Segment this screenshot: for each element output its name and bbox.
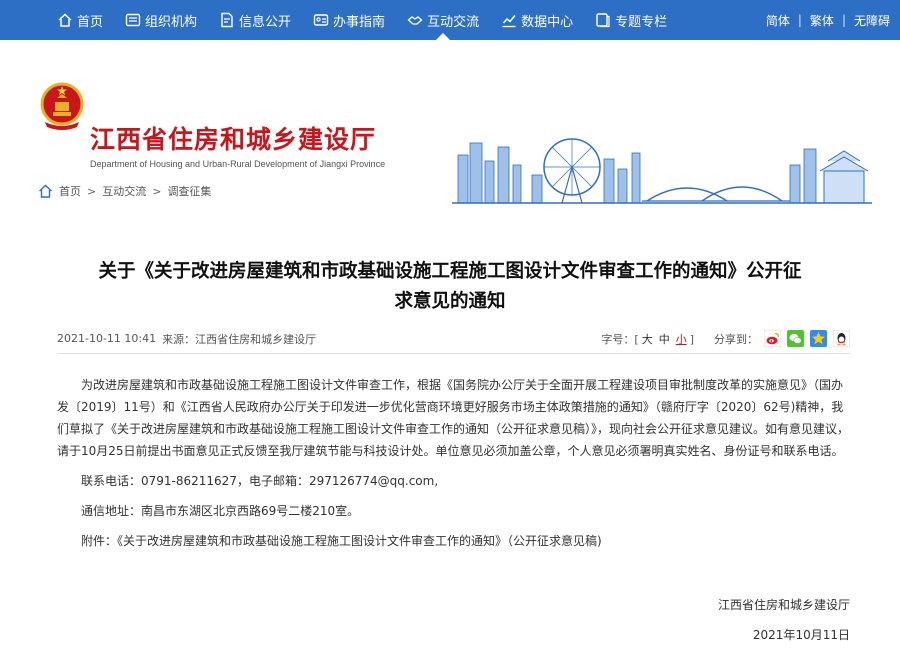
handshake-icon — [407, 16, 423, 25]
nav-org[interactable]: 组织机构 — [114, 0, 208, 40]
article-title: 关于《关于改进房屋建筑和市政基础设施工程施工图设计文件审查工作的通知》公开征 求… — [40, 257, 860, 317]
nav-interaction[interactable]: 互动交流 — [396, 0, 490, 40]
mailing-address: 通信地址：南昌市东湖区北京西路69号二楼210室。 — [81, 504, 360, 518]
home-icon — [39, 184, 52, 198]
font-size-medium[interactable]: 中 — [659, 333, 670, 346]
breadcrumb: 首页 > 互动交流 > 调查征集 — [38, 183, 211, 199]
breadcrumb-survey[interactable]: 调查征集 — [167, 183, 211, 199]
sign-date: 2021年10月11日 — [752, 628, 850, 642]
divider: | — [841, 13, 846, 27]
nav-guide-label: 办事指南 — [333, 14, 386, 30]
lang-accessibility[interactable]: 无障碍 — [854, 12, 890, 29]
nav-info[interactable]: 信息公开 — [208, 0, 302, 40]
wechat-icon[interactable] — [787, 330, 804, 347]
breadcrumb-separator: > — [87, 184, 97, 198]
top-nav: 首页 组织机构 信息公开 办事指南 互动交流 数据中心 专题专栏 简体 | 繁体… — [0, 0, 900, 40]
nav-guide[interactable]: 办事指南 — [302, 0, 396, 40]
qzone-icon[interactable] — [810, 330, 827, 347]
chart-icon — [502, 15, 516, 28]
document-icon — [221, 12, 233, 28]
id-card-icon — [313, 14, 329, 26]
folder-icon — [596, 13, 610, 28]
share-label: 分享到： — [714, 332, 758, 346]
breadcrumb-separator: > — [152, 184, 162, 198]
nav-interaction-label: 互动交流 — [427, 14, 480, 30]
article-title-line2: 求意见的通知 — [394, 291, 506, 312]
org-icon — [125, 13, 141, 27]
city-skyline-illustration — [452, 138, 872, 204]
article-meta: 2021-10-11 10:41 来源：江西省住房和城乡建设厅 字号：[大中小]… — [57, 330, 850, 354]
nav-topics[interactable]: 专题专栏 — [584, 0, 678, 40]
site-subtitle: Department of Housing and Urban-Rural De… — [90, 159, 386, 169]
signer: 江西省住房和城乡建设厅 — [717, 598, 850, 612]
article-title-line1: 关于《关于改进房屋建筑和市政基础设施工程施工图设计文件审查工作的通知》公开征 — [98, 261, 802, 282]
nav-org-label: 组织机构 — [145, 14, 198, 30]
article-paragraph: 为改进房屋建筑和市政基础设施工程施工图设计文件审查工作，根据《国务院办公厅关于全… — [57, 378, 850, 458]
lang-simplified[interactable]: 简体 — [766, 12, 790, 29]
meta-tools: 字号：[大中小] 分享到： — [601, 330, 850, 347]
nav-info-label: 信息公开 — [239, 14, 292, 30]
breadcrumb-home[interactable]: 首页 — [59, 183, 81, 199]
font-size-bracket: [ — [634, 332, 639, 346]
font-size-control: 字号：[大中小] — [601, 331, 694, 347]
weibo-icon[interactable] — [764, 330, 781, 347]
breadcrumb-interaction[interactable]: 互动交流 — [102, 183, 146, 199]
font-size-small[interactable]: 小 — [676, 333, 687, 346]
publish-date: 2021-10-11 10:41 — [57, 332, 157, 345]
attachment-link[interactable]: 附件：《关于改进房屋建筑和市政基础设施工程施工图设计文件审查工作的通知》（公开征… — [57, 530, 850, 552]
article-source: 来源：江西省住房和城乡建设厅 — [162, 332, 317, 346]
site-title: 江西省住房和城乡建设厅 — [90, 125, 377, 154]
home-icon — [58, 13, 72, 27]
language-switcher: 简体 | 繁体 | 无障碍 — [766, 0, 890, 40]
font-size-bracket: ] — [689, 332, 694, 346]
contact-info: 联系电话：0791-86211627，电子邮箱：297126774@qq.com… — [81, 474, 439, 488]
nav-home[interactable]: 首页 — [46, 0, 114, 40]
site-banner: 江西省住房和城乡建设厅 Department of Housing and Ur… — [0, 40, 900, 204]
lang-traditional[interactable]: 繁体 — [810, 12, 834, 29]
national-emblem-icon — [40, 82, 84, 130]
qq-icon[interactable] — [833, 330, 850, 347]
font-size-large[interactable]: 大 — [642, 333, 653, 346]
article-body: 为改进房屋建筑和市政基础设施工程施工图设计文件审查工作，根据《国务院办公厅关于全… — [57, 374, 850, 560]
nav-data-label: 数据中心 — [521, 14, 574, 30]
nav-home-label: 首页 — [77, 14, 104, 30]
font-size-label: 字号： — [601, 332, 635, 346]
nav-data[interactable]: 数据中心 — [490, 0, 584, 40]
divider: | — [797, 13, 802, 27]
nav-topics-label: 专题专栏 — [615, 14, 668, 30]
